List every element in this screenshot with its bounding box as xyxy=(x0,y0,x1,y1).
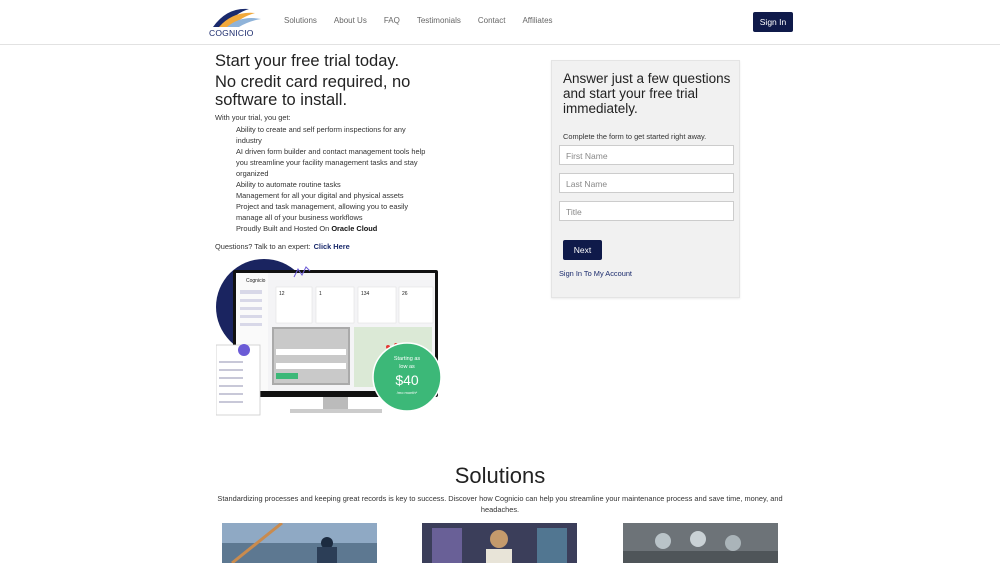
nav-testimonials[interactable]: Testimonials xyxy=(417,16,461,25)
trial-benefits-list: Ability to create and self perform inspe… xyxy=(236,124,431,234)
phone-row xyxy=(219,385,243,387)
trial-form-card: Answer just a few questions and start yo… xyxy=(551,60,740,298)
click-here-link[interactable]: Click Here xyxy=(314,242,350,251)
monitor-base xyxy=(290,409,382,413)
price-line2: low as xyxy=(399,364,415,370)
trial-intro: With your trial, you get: xyxy=(215,113,291,122)
nav-contact[interactable]: Contact xyxy=(478,16,506,25)
list-item: Ability to create and self perform inspe… xyxy=(236,125,406,145)
logo-text: COGNICIO xyxy=(209,28,254,38)
price-value: $40 xyxy=(395,372,419,388)
phone-row xyxy=(219,361,243,363)
phone-row xyxy=(219,401,243,403)
nav-solutions[interactable]: Solutions xyxy=(284,16,317,25)
phone-row xyxy=(219,369,243,371)
avatar xyxy=(238,344,250,356)
questions-line: Questions? Talk to an expert: Click Here xyxy=(215,242,350,251)
list-item: Proudly Built and Hosted On Oracle Cloud xyxy=(236,223,431,234)
hero-title: Start your free trial today. xyxy=(215,52,400,70)
sidebar-item xyxy=(240,323,262,326)
form-input xyxy=(276,363,346,369)
sidebar-item xyxy=(240,290,262,294)
solution-image-healthcare[interactable] xyxy=(623,523,778,563)
app-name-label: Cognicio xyxy=(246,278,266,284)
stat-value: 134 xyxy=(361,291,370,297)
nav-about-us[interactable]: About Us xyxy=(334,16,367,25)
sidebar-item xyxy=(240,315,262,318)
last-name-field[interactable]: Last Name xyxy=(559,173,734,193)
list-item: Project and task management, allowing yo… xyxy=(236,202,409,222)
sidebar-item xyxy=(240,299,262,302)
list-item: AI driven form builder and contact manag… xyxy=(236,147,426,178)
list-item: Management for all your digital and phys… xyxy=(236,191,404,200)
questions-text: Questions? Talk to an expert: xyxy=(215,242,311,251)
phone-row xyxy=(219,393,243,395)
sidebar-item xyxy=(240,307,262,310)
cognicio-logo[interactable]: COGNICIO xyxy=(209,5,265,39)
form-title: Answer just a few questions and start yo… xyxy=(563,71,731,116)
stat-value: 1 xyxy=(319,291,322,297)
first-name-field[interactable]: First Name xyxy=(559,145,734,165)
oracle-prefix: Proudly Built and Hosted On xyxy=(236,224,332,233)
product-illustration: Cognicio 12 1 134 26 Starting as low as … xyxy=(215,257,446,417)
solutions-description: Standardizing processes and keeping grea… xyxy=(217,494,783,514)
oracle-cloud-text: Oracle Cloud xyxy=(331,224,378,233)
hero-subtitle: No credit card required, no software to … xyxy=(215,73,411,109)
phone-frame xyxy=(215,344,261,416)
sign-in-button[interactable]: Sign In xyxy=(753,12,793,32)
list-item: Ability to automate routine tasks xyxy=(236,180,341,189)
solutions-title: Solutions xyxy=(454,463,546,488)
form-description: Complete the form to get started right a… xyxy=(563,132,707,141)
title-field[interactable]: Title xyxy=(559,201,734,221)
form-input xyxy=(276,349,346,355)
main-nav: Solutions About Us FAQ Testimonials Cont… xyxy=(284,16,570,25)
nav-faq[interactable]: FAQ xyxy=(384,16,400,25)
solution-image-office[interactable] xyxy=(422,523,577,563)
site-header: COGNICIO Solutions About Us FAQ Testimon… xyxy=(0,0,1000,45)
next-button[interactable]: Next xyxy=(563,240,602,260)
price-line1: Starting as xyxy=(394,356,421,362)
sign-in-account-link[interactable]: Sign In To My Account xyxy=(559,269,632,278)
solution-image-construction[interactable] xyxy=(222,523,377,563)
nav-affiliates[interactable]: Affiliates xyxy=(522,16,552,25)
stat-value: 12 xyxy=(279,291,285,297)
form-submit xyxy=(276,373,298,379)
price-suffix: /mo month* xyxy=(397,390,418,395)
phone-row xyxy=(219,377,243,379)
monitor-stand xyxy=(323,397,348,409)
stat-value: 26 xyxy=(402,291,408,297)
